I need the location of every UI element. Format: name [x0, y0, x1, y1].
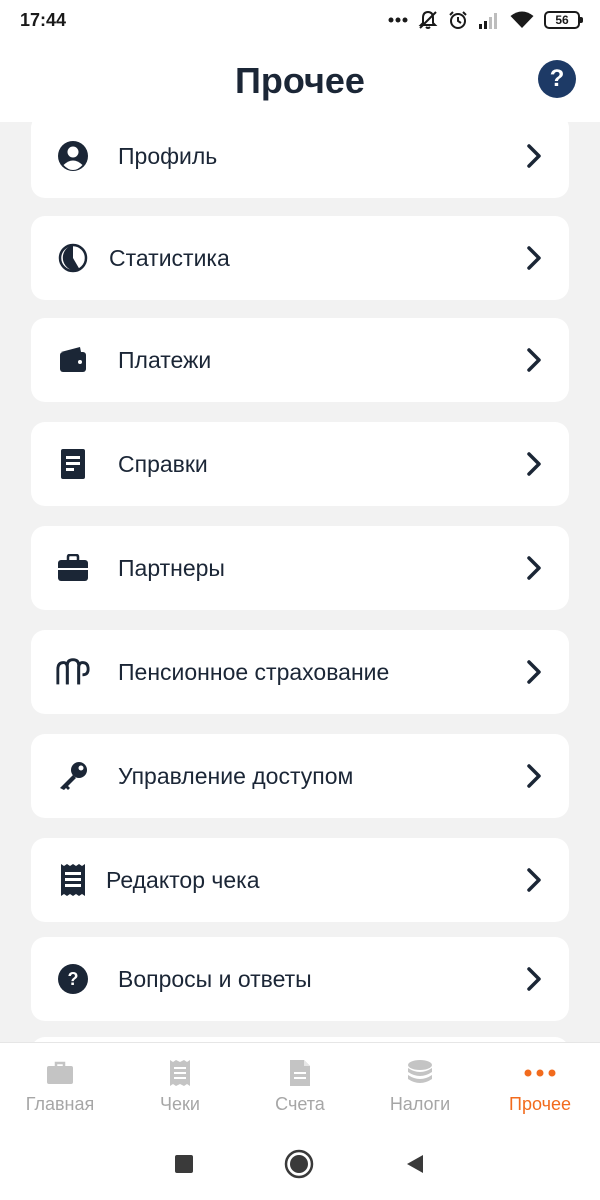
key-icon [55, 758, 91, 794]
svg-text:?: ? [68, 969, 79, 989]
tab-label: Налоги [389, 1094, 451, 1114]
menu-item-receipt-editor[interactable]: Редактор чека [31, 838, 569, 922]
menu-item-pension-insurance[interactable]: Пенсионное страхование [31, 630, 569, 714]
tab-receipts[interactable]: Чеки [120, 1043, 240, 1128]
muted-bell-icon [418, 10, 438, 30]
status-bar: 17:44 56 [0, 0, 600, 40]
page-title: Прочее [235, 60, 365, 101]
menu-item-label: Пенсионное страхование [118, 658, 390, 685]
menu-item-statistics[interactable]: Статистика [31, 216, 569, 300]
menu-item-certificates[interactable]: Справки [31, 422, 569, 506]
signal-icon [478, 11, 500, 29]
bottom-nav: Главная Чеки Счета Налоги Прочее [0, 1042, 600, 1128]
menu-list: Профиль Статистика Платежи Справки Партн… [0, 122, 600, 1042]
back-button[interactable] [404, 1153, 426, 1175]
chevron-right-icon [527, 556, 541, 580]
chevron-right-icon [527, 967, 541, 991]
alarm-icon [448, 10, 468, 30]
tab-label: Счета [275, 1094, 325, 1114]
chevron-right-icon [527, 764, 541, 788]
menu-item-partners[interactable]: Партнеры [31, 526, 569, 610]
tab-invoices[interactable]: Счета [240, 1043, 360, 1128]
tab-taxes[interactable]: Налоги [360, 1043, 480, 1128]
pension-fund-icon [55, 654, 91, 690]
menu-item-access-control[interactable]: Управление доступом [31, 734, 569, 818]
battery-icon: 56 [544, 11, 583, 29]
status-time: 17:44 [20, 9, 67, 30]
receipt-icon [55, 862, 91, 898]
menu-item-label: Партнеры [118, 554, 225, 581]
wifi-icon [510, 11, 534, 29]
tab-label: Чеки [160, 1094, 200, 1114]
wallet-icon [55, 342, 91, 378]
menu-item-faq[interactable]: ? Вопросы и ответы [31, 937, 569, 1021]
more-dots-icon [524, 1056, 556, 1090]
briefcase-icon [46, 1056, 74, 1090]
menu-item-label: Управление доступом [118, 762, 354, 789]
chevron-right-icon [527, 660, 541, 684]
more-notifications-icon [388, 17, 408, 23]
chevron-right-icon [527, 868, 541, 892]
header: Прочее ? [0, 40, 600, 122]
briefcase-icon [55, 550, 91, 586]
menu-item-profile[interactable]: Профиль [31, 122, 569, 198]
document-icon [55, 446, 91, 482]
user-icon [55, 138, 91, 174]
screen: 17:44 56 Прочее ? Профиль Статистика Пла… [0, 0, 600, 1200]
menu-item-label: Редактор чека [106, 866, 260, 893]
menu-item-label: Платежи [118, 346, 212, 373]
menu-item-label: Справки [118, 450, 208, 477]
recent-apps-button[interactable] [174, 1154, 194, 1174]
coins-icon [406, 1056, 434, 1090]
help-button[interactable]: ? [538, 60, 576, 98]
receipt-icon [169, 1056, 191, 1090]
menu-item-payments[interactable]: Платежи [31, 318, 569, 402]
chevron-right-icon [527, 348, 541, 372]
tab-label: Прочее [509, 1094, 571, 1114]
file-icon [289, 1056, 311, 1090]
chevron-right-icon [527, 246, 541, 270]
pie-chart-icon [55, 240, 91, 276]
question-icon: ? [55, 961, 91, 997]
chevron-right-icon [527, 144, 541, 168]
tab-label: Главная [25, 1094, 95, 1114]
tab-other[interactable]: Прочее [480, 1043, 600, 1128]
menu-item-label: Профиль [118, 142, 218, 169]
menu-item-label: Вопросы и ответы [118, 965, 312, 992]
home-button[interactable] [284, 1149, 314, 1179]
status-icons: 56 [388, 10, 583, 30]
system-nav-bar [0, 1128, 600, 1200]
menu-item-label: Статистика [109, 244, 230, 271]
chevron-right-icon [527, 452, 541, 476]
tab-home[interactable]: Главная [0, 1043, 120, 1128]
